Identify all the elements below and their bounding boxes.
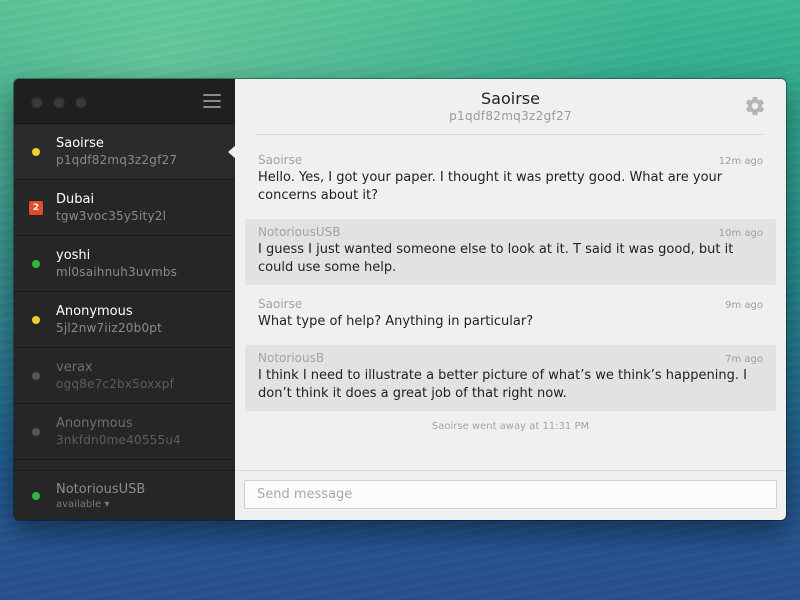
status-indicator	[26, 371, 46, 380]
zoom-window-button[interactable]	[75, 96, 87, 108]
contact-id: 5jl2nw7iiz20b0pt	[56, 321, 163, 335]
contact-item-dubai[interactable]: 2 Dubai tgw3voc35y5ity2l	[14, 180, 235, 236]
message-text: Hello. Yes, I got your paper. I thought …	[258, 170, 723, 203]
conversation-header: Saoirse p1qdf82mq3z2gf27	[235, 79, 786, 135]
contact-text: Dubai tgw3voc35y5ity2l	[56, 191, 166, 224]
away-status-dot	[32, 147, 40, 156]
sidebar: Saoirse p1qdf82mq3z2gf27 2 Dubai tgw3voc…	[14, 79, 235, 520]
contact-id: ml0saihnuh3uvmbs	[56, 265, 178, 279]
window-controls	[31, 96, 87, 108]
contact-text: Anonymous 5jl2nw7iiz20b0pt	[56, 303, 162, 336]
status-indicator	[26, 259, 46, 268]
contact-item-anonymous-2[interactable]: Anonymous 3nkfdn0me40555u4	[14, 404, 235, 460]
contact-item-anonymous[interactable]: Anonymous 5jl2nw7iiz20b0pt	[14, 292, 235, 348]
online-status-dot	[32, 491, 40, 500]
contact-item-yoshi[interactable]: yoshi ml0saihnuh3uvmbs	[14, 236, 235, 292]
close-window-button[interactable]	[31, 96, 43, 108]
status-indicator	[26, 315, 46, 324]
account-text: NotoriousUSB available ▾	[56, 481, 145, 511]
offline-status-dot	[32, 371, 40, 380]
hamburger-menu-icon[interactable]	[203, 94, 221, 108]
contact-text: Anonymous 3nkfdn0me40555u4	[56, 415, 181, 448]
message-text: What type of help? Anything in particula…	[258, 314, 534, 329]
message-time: 9m ago	[725, 300, 763, 311]
contact-id: tgw3voc35y5ity2l	[56, 209, 167, 223]
contact-item-verax[interactable]: verax ogq8e7c2bx5oxxpf	[14, 348, 235, 404]
contact-name: Anonymous	[56, 416, 133, 431]
status-indicator	[26, 147, 46, 156]
status-indicator	[26, 427, 46, 436]
conversation-title: Saoirse	[481, 89, 540, 108]
status-dropdown[interactable]: available ▾	[56, 498, 145, 511]
contact-name: yoshi	[56, 248, 91, 263]
message: NotoriousB 7m ago I think I need to illu…	[245, 345, 776, 411]
gear-icon[interactable]	[744, 95, 766, 117]
message-sender: NotoriousB	[258, 351, 325, 365]
message-sender: Saoirse	[258, 297, 303, 311]
message-header: Saoirse 9m ago	[258, 296, 763, 313]
message-time: 7m ago	[725, 354, 763, 365]
message-header: NotoriousB 7m ago	[258, 350, 763, 367]
contact-item-saoirse[interactable]: Saoirse p1qdf82mq3z2gf27	[14, 124, 235, 180]
message-input[interactable]	[244, 480, 777, 509]
sidebar-toolbar	[14, 79, 235, 124]
contact-text: verax ogq8e7c2bx5oxxpf	[56, 359, 174, 392]
contact-name: Anonymous	[56, 304, 133, 319]
message-text: I think I need to illustrate a better pi…	[258, 368, 747, 401]
message: NotoriousUSB 10m ago I guess I just want…	[245, 219, 776, 285]
contact-id: p1qdf82mq3z2gf27	[56, 153, 178, 167]
contact-name: Saoirse	[56, 136, 104, 151]
conversation-pane: Saoirse p1qdf82mq3z2gf27 Saoirse 12m ago…	[235, 79, 786, 520]
message-time: 12m ago	[718, 156, 763, 167]
contact-name: Dubai	[56, 192, 95, 207]
message-sender: NotoriousUSB	[258, 225, 341, 239]
contact-id: 3nkfdn0me40555u4	[56, 433, 181, 447]
minimize-window-button[interactable]	[53, 96, 65, 108]
message-sender: Saoirse	[258, 153, 303, 167]
message: Saoirse 9m ago What type of help? Anythi…	[245, 291, 776, 339]
offline-status-dot	[32, 427, 40, 436]
message-text: I guess I just wanted someone else to lo…	[258, 242, 734, 275]
message-time: 10m ago	[718, 228, 763, 239]
conversation-subtitle: p1qdf82mq3z2gf27	[449, 109, 572, 123]
my-account: NotoriousUSB available ▾	[14, 470, 235, 520]
message: Saoirse 12m ago Hello. Yes, I got your p…	[245, 147, 776, 213]
online-status-dot	[32, 259, 40, 268]
status-indicator: 2	[26, 200, 46, 215]
away-status-dot	[32, 315, 40, 324]
chat-window: Saoirse p1qdf82mq3z2gf27 2 Dubai tgw3voc…	[14, 79, 786, 520]
contact-id: ogq8e7c2bx5oxxpf	[56, 377, 175, 391]
message-header: Saoirse 12m ago	[258, 152, 763, 169]
status-indicator	[26, 491, 46, 500]
contact-text: yoshi ml0saihnuh3uvmbs	[56, 247, 177, 280]
contact-name: verax	[56, 360, 93, 375]
contact-list: Saoirse p1qdf82mq3z2gf27 2 Dubai tgw3voc…	[14, 124, 235, 470]
composer	[235, 470, 786, 520]
message-list: Saoirse 12m ago Hello. Yes, I got your p…	[235, 135, 786, 470]
message-header: NotoriousUSB 10m ago	[258, 224, 763, 241]
contact-text: Saoirse p1qdf82mq3z2gf27	[56, 135, 177, 168]
unread-badge: 2	[29, 200, 43, 215]
presence-notice: Saoirse went away at 11:31 PM	[431, 421, 590, 432]
active-selection-arrow	[228, 145, 235, 159]
my-username: NotoriousUSB	[56, 481, 146, 497]
